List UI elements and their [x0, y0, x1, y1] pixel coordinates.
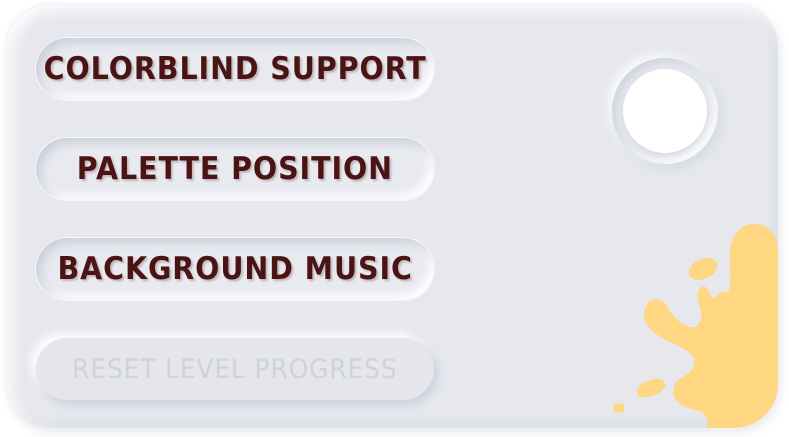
- reset-level-progress-label: RESET LEVEL PROGRESS: [72, 353, 398, 385]
- toggle-button[interactable]: [612, 58, 718, 164]
- toggle-indicator: [623, 69, 707, 153]
- reset-level-progress-button: RESET LEVEL PROGRESS: [36, 338, 434, 400]
- colorblind-support-button[interactable]: COLORBLIND SUPPORT: [36, 38, 434, 100]
- settings-panel: COLORBLIND SUPPORT PALETTE POSITION BACK…: [6, 4, 778, 428]
- palette-position-button[interactable]: PALETTE POSITION: [36, 138, 434, 200]
- background-music-button[interactable]: BACKGROUND MUSIC: [36, 238, 434, 300]
- background-music-label: BACKGROUND MUSIC: [57, 251, 413, 287]
- palette-position-label: PALETTE POSITION: [76, 151, 394, 187]
- colorblind-support-label: COLORBLIND SUPPORT: [43, 51, 427, 87]
